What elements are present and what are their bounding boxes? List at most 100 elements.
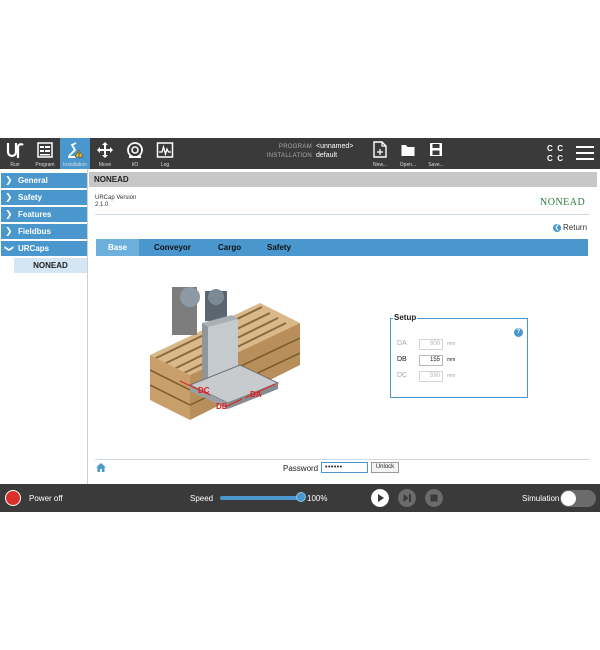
label-da: DA [250,390,262,399]
stop-icon [430,494,438,502]
nav-run-label: Run [10,162,20,168]
nav-program-button[interactable]: Program [30,138,60,169]
save-file-label: Save... [428,162,444,168]
setup-title: Setup [393,313,418,322]
program-info: PROGRAM <unnamed> INSTALLATION default [250,143,370,161]
program-key: PROGRAM [278,144,312,150]
password-input[interactable]: •••••• [321,462,368,473]
nav-move-button[interactable]: Move [90,138,120,169]
robot-base-diagram: DC DB DA [150,287,300,420]
field-label: DC [397,372,408,379]
unit-label: mm [447,357,456,363]
return-label: Return [563,223,588,232]
sidebar-item-features[interactable]: ❯ Features [1,207,87,222]
divider [95,214,590,215]
installation-icon [68,142,84,158]
sidebar-item-label: Fieldbus [18,227,51,236]
step-button[interactable] [398,489,416,507]
open-file-button[interactable]: Open... [394,138,422,169]
program-icon [37,142,53,158]
version-value: 2.1.0 [95,202,109,208]
simulation-label: Simulation [522,494,560,503]
urcap-version: URCap Version 2.1.0 [95,195,136,209]
save-file-button[interactable]: Save... [422,138,450,169]
nav-log-label: Log [160,162,170,168]
simulation-toggle[interactable] [560,490,596,507]
sidebar-item-label: Safety [18,193,43,202]
toggle-knob [561,491,576,506]
open-file-label: Open... [399,162,417,168]
cc-glyph: C [547,154,553,163]
sidebar-item-general[interactable]: ❯ General [1,173,87,188]
page-title: NONEAD [89,172,597,187]
io-icon [127,142,143,158]
chevron-right-icon: ❯ [5,192,13,202]
new-file-label: New... [373,162,387,168]
return-button[interactable]: ❮ Return [553,223,587,232]
sidebar-item-fieldbus[interactable]: ❯ Fieldbus [1,224,87,239]
tab-bar: Base Conveyor Cargo Safety [96,239,588,256]
tab-conveyor[interactable]: Conveyor [154,239,191,256]
sidebar-item-nonead[interactable]: NONEAD [14,258,87,273]
save-icon [430,143,442,156]
ur-logo-icon [6,143,24,158]
chevron-right-icon: ❯ [5,175,13,185]
label-dc: DC [198,386,210,395]
cc-glyph: C [557,154,564,163]
chevron-down-icon: ❯ [4,244,15,253]
speed-slider-handle[interactable] [296,492,306,502]
unit-label: mm [447,373,456,379]
da-input: 600 [419,339,443,350]
setup-group: Setup ? DA 600 mm DB 155 mm DC 590 mm [390,313,528,398]
power-button[interactable] [5,490,21,506]
dc-input: 590 [419,371,443,382]
installation-name: default [316,152,338,159]
tab-safety[interactable]: Safety [267,239,291,256]
nav-run-button[interactable]: Run [0,138,30,169]
db-input[interactable]: 155 [419,355,443,366]
label-db: DB [216,402,228,411]
open-folder-icon [401,145,415,156]
cc-indicator[interactable]: C C C C [547,144,567,164]
nav-io-label: I/O [131,162,139,168]
tab-cargo[interactable]: Cargo [218,239,241,256]
new-file-icon [373,141,387,158]
field-label: DA [397,340,407,347]
field-label: DB [397,356,407,363]
installation-key: INSTALLATION [266,153,312,159]
sidebar-item-urcaps[interactable]: ❯ URCaps [1,241,87,256]
speed-slider[interactable] [220,496,303,500]
nav-installation-button[interactable]: Installation [60,138,90,169]
back-arrow-icon: ❮ [553,223,561,232]
cc-glyph: C [547,144,553,153]
chevron-right-icon: ❯ [5,226,13,236]
new-file-button[interactable]: New... [366,138,394,169]
play-button[interactable] [371,489,389,507]
footer-bar: Power off Speed 100% Simulation [0,484,600,512]
tab-base[interactable]: Base [96,239,140,256]
sidebar-item-label: Features [18,210,52,219]
cc-glyph: C [557,144,564,153]
sidebar-item-label: URCaps [18,244,50,253]
program-name: <unnamed> [316,143,354,150]
nav-io-button[interactable]: I/O [120,138,150,169]
log-icon [156,142,174,158]
unlock-button[interactable]: Unlock [371,462,399,473]
speed-value: 100% [307,494,328,503]
brand-logo: NONEAD [540,197,586,208]
divider [95,459,590,460]
nav-log-button[interactable]: Log [150,138,180,169]
nav-program-label: Program [35,162,55,168]
nav-installation-label: Installation [63,162,87,168]
sidebar-item-safety[interactable]: ❯ Safety [1,190,87,205]
power-label: Power off [29,494,63,503]
unit-label: mm [447,341,456,347]
move-icon [97,142,113,158]
hamburger-icon [576,146,594,160]
stop-button[interactable] [425,489,443,507]
help-icon[interactable]: ? [514,328,523,337]
hamburger-menu-button[interactable] [576,146,594,160]
password-label: Password [283,464,319,473]
home-icon[interactable] [96,463,106,472]
version-label: URCap Version [95,195,137,201]
